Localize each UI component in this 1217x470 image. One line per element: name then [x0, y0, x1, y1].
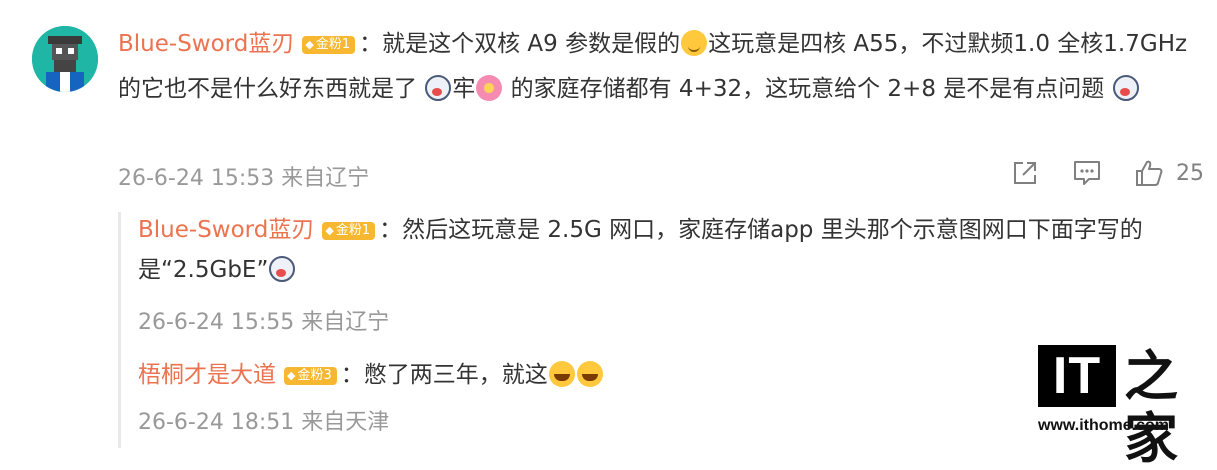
- reply-item: Blue-Sword蓝刃 ◆ 金粉1 ：然后这玩意是 2.5G 网口，家庭存储app …: [138, 210, 1198, 290]
- fan-badge[interactable]: ◆ 金粉1: [302, 36, 356, 54]
- laugh-emoji-icon: [576, 361, 603, 387]
- badge-label: 金粉3: [297, 368, 332, 383]
- share-button[interactable]: [1010, 158, 1040, 188]
- badge-label: 金粉1: [315, 37, 351, 52]
- reply-timestamp: 26-6-24 18:51 来自天津: [138, 410, 390, 435]
- sweat-emoji-icon: [1112, 75, 1139, 101]
- avatar[interactable]: [32, 26, 98, 92]
- fan-badge[interactable]: ◆ 金粉3: [284, 367, 337, 385]
- comment-button[interactable]: [1072, 158, 1102, 188]
- comment-actions: 25: [1010, 158, 1205, 192]
- comment-icon: [1074, 161, 1100, 185]
- sweat-emoji-icon: [425, 75, 452, 101]
- logo-it-text: IT: [1052, 347, 1102, 405]
- laugh-emoji-icon: [548, 361, 575, 387]
- comment-username[interactable]: Blue-Sword蓝刃: [118, 31, 294, 57]
- avatar-image: [32, 26, 98, 92]
- badge-label: 金粉1: [335, 223, 371, 238]
- sweat-emoji-icon: [269, 256, 296, 282]
- reply-thread-divider: [118, 212, 121, 448]
- badge-icon: ◆: [287, 369, 296, 382]
- colon-separator: ：: [340, 362, 364, 388]
- like-button[interactable]: [1134, 158, 1164, 188]
- logo-url: www.ithome.com: [1038, 417, 1169, 434]
- comment-timestamp: 26-6-24 15:53 来自辽宁: [118, 166, 370, 191]
- badge-icon: ◆: [305, 38, 314, 51]
- reply-username[interactable]: Blue-Sword蓝刃: [138, 217, 314, 243]
- comment-text-3: 牢: [452, 76, 476, 102]
- reply-timestamp: 26-6-24 15:55 来自辽宁: [138, 310, 390, 335]
- colon-separator: ：: [379, 217, 403, 243]
- flower-emoji-icon: [476, 75, 503, 101]
- ithome-watermark: IT 之家 www.ithome.com: [1038, 345, 1198, 469]
- reply-text: 憋了两三年，就这: [363, 362, 548, 388]
- like-icon: [1136, 160, 1163, 186]
- share-icon: [1014, 162, 1036, 184]
- reply-username[interactable]: 梧桐才是大道: [138, 362, 276, 388]
- comment-text-1: 就是这个双核 A9 参数是假的: [382, 31, 681, 57]
- badge-icon: ◆: [325, 224, 334, 237]
- like-count: 25: [1176, 161, 1204, 186]
- comment-text-4: 的家庭存储都有 4+32，这玩意给个 2+8 是不是有点问题: [503, 76, 1105, 102]
- colon-separator: ：: [359, 31, 383, 57]
- yum-emoji-icon: [681, 30, 708, 56]
- logo-cn-text: 之家: [1124, 344, 1178, 470]
- comment-body: Blue-Sword蓝刃 ◆ 金粉1 ：就是这个双核 A9 参数是假的 这玩意是四核 A…: [118, 22, 1193, 112]
- fan-badge[interactable]: ◆ 金粉1: [322, 222, 376, 240]
